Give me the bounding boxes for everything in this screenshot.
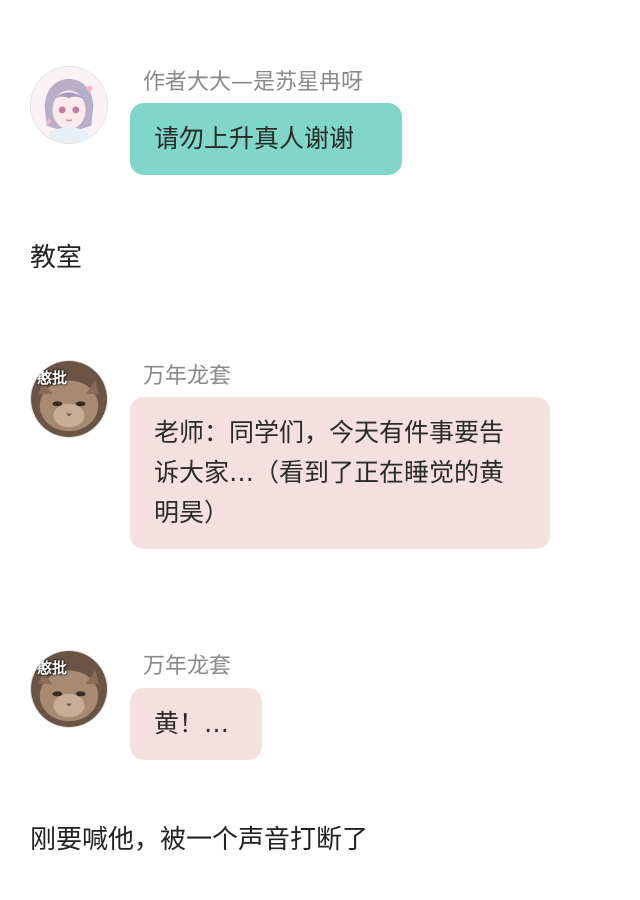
extra-avatar[interactable]: 憨批 xyxy=(30,360,108,438)
message-bubble[interactable]: 请勿上升真人谢谢 xyxy=(130,103,402,175)
anime-girl-avatar-icon xyxy=(31,67,107,143)
extra-avatar[interactable]: 憨批 xyxy=(30,650,108,728)
narration-text: 教室 xyxy=(30,243,83,273)
avatar-caption: 憨批 xyxy=(37,369,68,387)
author-avatar[interactable] xyxy=(30,66,108,144)
sender-name: 万年龙套 xyxy=(143,364,232,389)
sender-name: 作者大大—是苏星冉呀 xyxy=(143,70,364,95)
narration-text: 刚要喊他，被一个声音打断了 xyxy=(30,825,369,855)
message-bubble[interactable]: 老师：同学们，今天有件事要告诉大家…（看到了正在睡觉的黄明昊） xyxy=(130,397,550,549)
avatar-caption: 憨批 xyxy=(37,659,68,677)
sender-name: 万年龙套 xyxy=(143,654,232,679)
message-bubble[interactable]: 黄！… xyxy=(130,688,262,760)
